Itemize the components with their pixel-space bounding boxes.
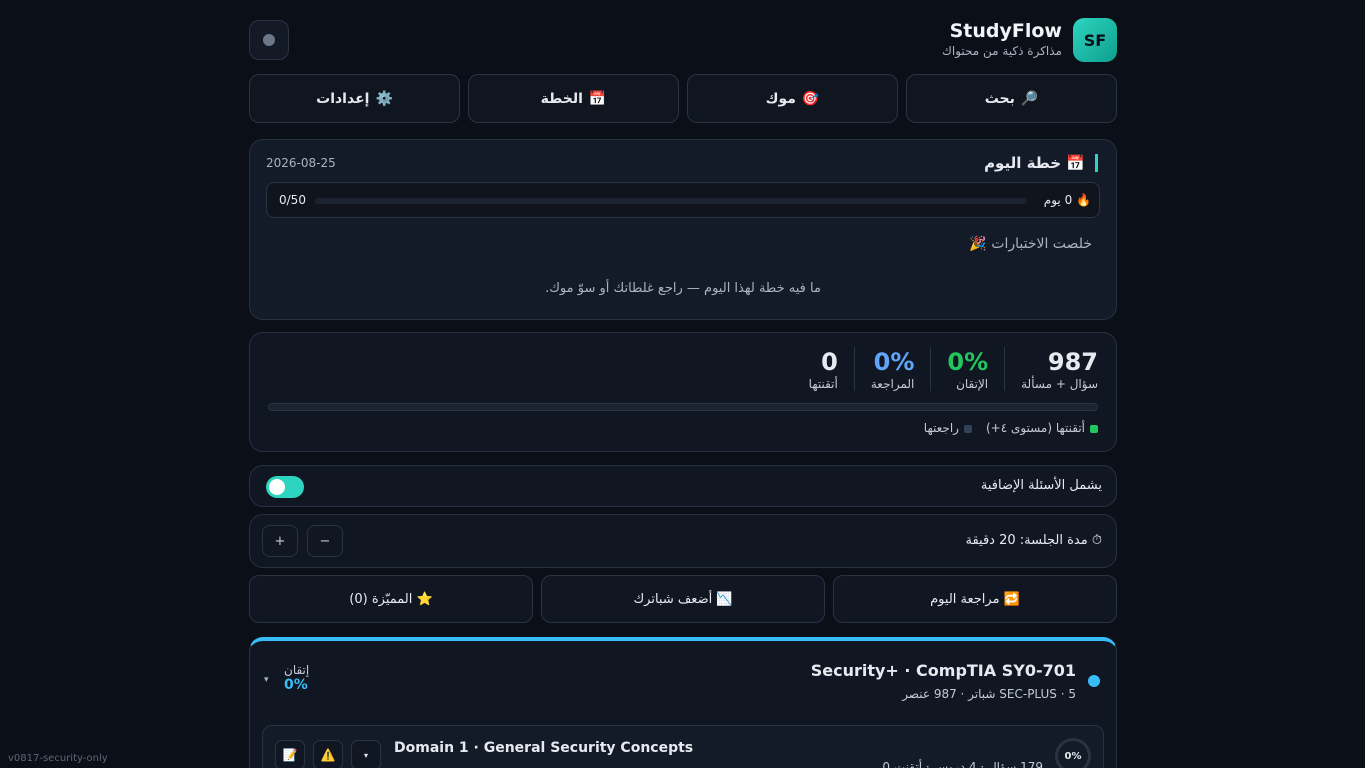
domain-meta: 179 سؤال · 4 دروس · أتقنت 0 (882, 760, 1043, 768)
legend-label: راجعتها (923, 421, 959, 435)
warning-icon[interactable]: ⚠️ (313, 740, 343, 768)
brand: StudyFlow مذاكرة ذكية من محتواك (942, 19, 1062, 59)
weakest-chapters-button[interactable]: 📉 أضعف شباترك (541, 575, 825, 623)
main-nav: 🔎 بحث 🎯 موك 📅 الخطة ⚙️ إعدادات (249, 74, 1117, 123)
domain-expand-button[interactable]: ▾ (351, 740, 381, 768)
plan-title: 📅 خطة اليوم (984, 154, 1098, 172)
starred-button[interactable]: ⭐ المميّزة (0) (249, 575, 533, 623)
domain-row[interactable]: 0% Domain 1 · General Security Concepts … (262, 725, 1104, 768)
course-card[interactable]: Security+ · CompTIA SY0-701 SEC-PLUS · 5… (249, 637, 1117, 768)
legend-item-reviewed: راجعتها (924, 421, 972, 435)
legend-swatch (963, 424, 972, 433)
plan-progress: 🔥 0 يوم 0/50 (266, 182, 1100, 218)
domain-title: Domain 1 · General Security Concepts (394, 740, 694, 756)
empty-plan-message: ما فيه خطة لهذا اليوم — راجع غلطاتك أو س… (545, 281, 821, 296)
stat-review: 0% المراجعة (853, 347, 931, 391)
nav-plan-label: الخطة (540, 90, 583, 107)
session-duration-label: ⏱ مدة الجلسة: 20 دقيقة (965, 533, 1102, 548)
course-mastery: إتقان 0% (284, 663, 309, 693)
legend-label: أتقنتها (مستوى ٤+) (985, 421, 1085, 435)
decrease-duration-button[interactable]: − (307, 525, 343, 557)
app-logo: SF (1073, 18, 1117, 62)
mastery-progress-track (268, 403, 1098, 411)
plan-date: 2026-08-25 (266, 156, 336, 170)
stat-total: 987 سؤال + مسألة (1004, 347, 1098, 391)
quick-actions: 🔁 مراجعة اليوم 📉 أضعف شباترك ⭐ المميّزة … (249, 575, 1117, 623)
toggle-knob (269, 479, 285, 495)
theme-toggle-button[interactable] (249, 20, 289, 60)
search-icon: 🔎 (1020, 90, 1039, 107)
nav-mock-button[interactable]: 🎯 موك (687, 74, 898, 123)
version-label: v0817-security-only (8, 753, 108, 764)
stat-value: 987 (1047, 348, 1098, 376)
extra-questions-row: يشمل الأسئلة الإضافية (249, 465, 1117, 507)
today-plan-card: 📅 خطة اليوم 2026-08-25 🔥 0 يوم 0/50 خلصت… (249, 139, 1117, 320)
stats-card: 987 سؤال + مسألة 0% الإتقان 0% المراجعة … (249, 332, 1117, 452)
plan-progress-track (315, 198, 1027, 204)
increase-duration-button[interactable]: + (262, 525, 298, 557)
target-icon: 🎯 (801, 90, 820, 107)
course-meta: SEC-PLUS · 5 شباتر · 987 عنصر (902, 687, 1076, 701)
session-duration-row: ⏱ مدة الجلسة: 20 دقيقة − + (249, 514, 1117, 568)
stat-value: 0% (947, 348, 989, 376)
stat-row: 987 سؤال + مسألة 0% الإتقان 0% المراجعة … (793, 347, 1098, 391)
stat-label: المراجعة (870, 377, 915, 391)
mastery-value: 0% (284, 677, 308, 693)
calendar-icon: 📅 (588, 90, 607, 107)
stat-label: سؤال + مسألة (1021, 377, 1098, 391)
nav-search-label: بحث (984, 90, 1015, 107)
nav-settings-button[interactable]: ⚙️ إعدادات (249, 74, 460, 123)
streak-counter: 🔥 0 يوم (1043, 193, 1091, 207)
course-color-dot (1088, 675, 1100, 687)
course-title: Security+ · CompTIA SY0-701 (810, 661, 1076, 680)
notes-icon[interactable]: 📝 (275, 740, 305, 768)
gear-icon: ⚙️ (375, 90, 393, 107)
stat-label: أتقنتها (808, 377, 838, 391)
app-subtitle: مذاكرة ذكية من محتواك (941, 44, 1062, 58)
stat-label: الإتقان (956, 377, 989, 391)
review-today-button[interactable]: 🔁 مراجعة اليوم (833, 575, 1117, 623)
nav-search-button[interactable]: 🔎 بحث (906, 74, 1117, 123)
nav-plan-button[interactable]: 📅 الخطة (468, 74, 679, 123)
legend-item-mastered: أتقنتها (مستوى ٤+) (986, 421, 1098, 435)
nav-settings-label: إعدادات (316, 90, 370, 107)
stat-value: 0 (821, 348, 838, 376)
extra-questions-label: يشمل الأسئلة الإضافية (980, 478, 1102, 493)
legend-swatch (1090, 424, 1098, 433)
domain-progress-ring: 0% (1055, 738, 1091, 768)
theme-dot-icon (263, 34, 275, 46)
stat-value: 0% (873, 348, 915, 376)
app-title: StudyFlow (949, 20, 1062, 42)
extra-questions-toggle[interactable] (266, 476, 304, 498)
plan-count: 0/50 (279, 193, 306, 207)
app-header: SF StudyFlow مذاكرة ذكية من محتواك (249, 18, 1117, 62)
nav-mock-label: موك (765, 90, 796, 107)
stats-legend: أتقنتها (مستوى ٤+) راجعتها (924, 421, 1098, 435)
mastery-label: إتقان (284, 663, 310, 677)
chevron-down-icon[interactable]: ▾ (264, 675, 269, 685)
stat-mastery: 0% الإتقان (930, 347, 1004, 391)
done-message: خلصت الاختبارات 🎉 (969, 236, 1092, 252)
stat-mastered: 0 أتقنتها (793, 347, 854, 391)
